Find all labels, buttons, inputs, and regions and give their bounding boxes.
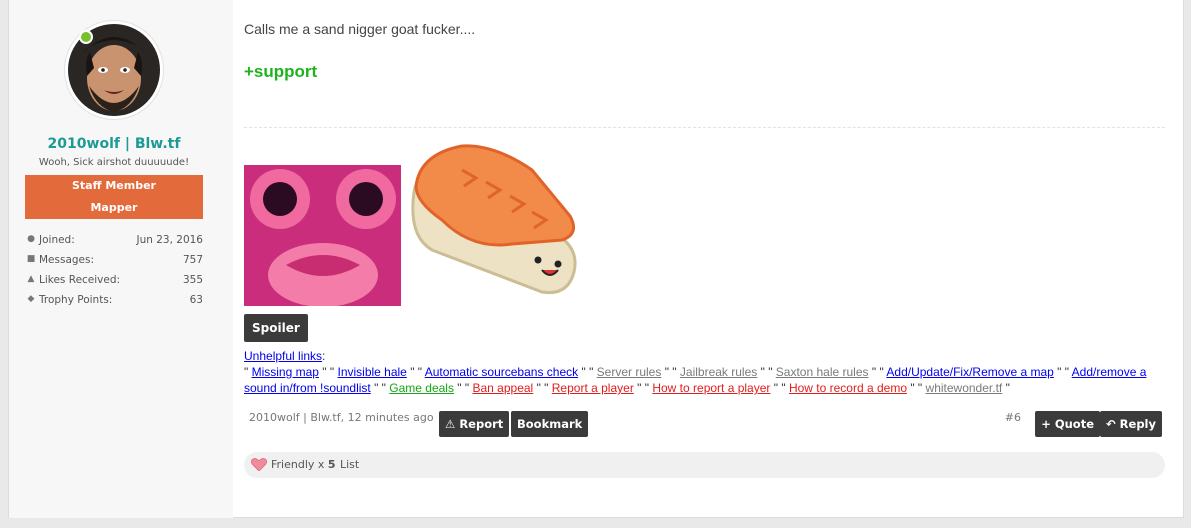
mapper-banner: Mapper	[25, 197, 203, 219]
stat-label: Joined:	[39, 234, 75, 246]
trophy-icon: ◆	[27, 294, 35, 304]
stat-value: 355	[182, 274, 203, 286]
heart-icon	[250, 458, 268, 474]
link-whitewonder[interactable]: whitewonder.tf	[926, 381, 1003, 395]
unhelpful-links-title[interactable]: Unhelpful links	[244, 349, 322, 363]
link-sourcebans-check[interactable]: Automatic sourcebans check	[425, 365, 578, 379]
message-text: Calls me a sand nigger goat fucker....	[244, 21, 476, 37]
link-missing-map[interactable]: Missing map	[252, 365, 319, 379]
message-post: 2010wolf | Blw.tf Wooh, Sick airshot duu…	[8, 0, 1184, 518]
friendly-label: Friendly x	[271, 458, 325, 471]
reply-button[interactable]: ↶ Reply	[1100, 411, 1162, 437]
reply-icon: ↶	[1106, 417, 1116, 431]
spoiler-button[interactable]: Spoiler	[244, 314, 308, 342]
bookmark-button[interactable]: Bookmark	[511, 411, 589, 437]
link-server-rules[interactable]: Server rules	[597, 365, 662, 379]
likes-summary: Friendly x 5 List	[244, 452, 1165, 478]
stat-label: Likes Received:	[39, 274, 121, 286]
stat-value[interactable]: 757	[183, 254, 203, 266]
stat-label: Messages:	[39, 254, 95, 266]
stat-label: Trophy Points:	[39, 294, 113, 306]
link-how-to-report[interactable]: How to report a player	[652, 381, 770, 395]
stat-value: Jun 23, 2016	[136, 234, 203, 246]
link-map-request[interactable]: Add/Update/Fix/Remove a map	[886, 365, 1053, 379]
username[interactable]: 2010wolf | Blw.tf	[9, 136, 219, 152]
post-number[interactable]: #6	[1005, 411, 1021, 424]
support-text: +support	[244, 62, 318, 81]
report-label: Report	[459, 417, 504, 431]
messages-icon: ■	[26, 254, 36, 264]
stat-trophy-points: ◆ Trophy Points: 63	[25, 294, 203, 314]
user-sidebar: 2010wolf | Blw.tf Wooh, Sick airshot duu…	[9, 0, 233, 518]
online-status-indicator	[79, 30, 93, 44]
likes-list-link[interactable]: List	[340, 458, 359, 471]
link-report-player[interactable]: Report a player	[552, 381, 634, 395]
stat-value[interactable]: 63	[190, 294, 203, 306]
stat-likes-received: ▲ Likes Received: 355	[25, 274, 203, 294]
thumbs-up-icon: ▲	[27, 274, 35, 284]
link-invisible-hale[interactable]: Invisible hale	[337, 365, 406, 379]
friendly-rating[interactable]: Friendly x 5	[271, 458, 336, 471]
link-saxton-hale-rules[interactable]: Saxton hale rules	[776, 365, 869, 379]
link-game-deals[interactable]: Game deals	[389, 381, 454, 395]
stat-joined: ● Joined: Jun 23, 2016	[25, 234, 203, 254]
post-meta[interactable]: 2010wolf | Blw.tf, 12 minutes ago	[249, 411, 434, 424]
stat-messages: ■ Messages: 757	[25, 254, 203, 274]
post-content: Calls me a sand nigger goat fucker.... +…	[244, 0, 1165, 518]
reply-label: Reply	[1119, 417, 1156, 431]
quote-button[interactable]: + Quote	[1035, 411, 1100, 437]
friendly-count: 5	[327, 458, 336, 471]
sushi-emote-image	[402, 140, 580, 300]
report-button[interactable]: ⚠ Report	[439, 411, 510, 437]
user-icon: ●	[27, 234, 35, 244]
frog-emote-image	[244, 165, 401, 306]
link-ban-appeal[interactable]: Ban appeal	[473, 381, 534, 395]
staff-member-banner: Staff Member	[25, 175, 203, 197]
link-jailbreak-rules[interactable]: Jailbreak rules	[680, 365, 757, 379]
signature-divider	[244, 127, 1165, 128]
user-title: Wooh, Sick airshot duuuuude!	[38, 157, 190, 168]
link-record-demo[interactable]: How to record a demo	[789, 381, 907, 395]
signature-links: Unhelpful links: " Missing map " " Invis…	[244, 349, 1147, 395]
warning-icon: ⚠	[445, 417, 456, 431]
